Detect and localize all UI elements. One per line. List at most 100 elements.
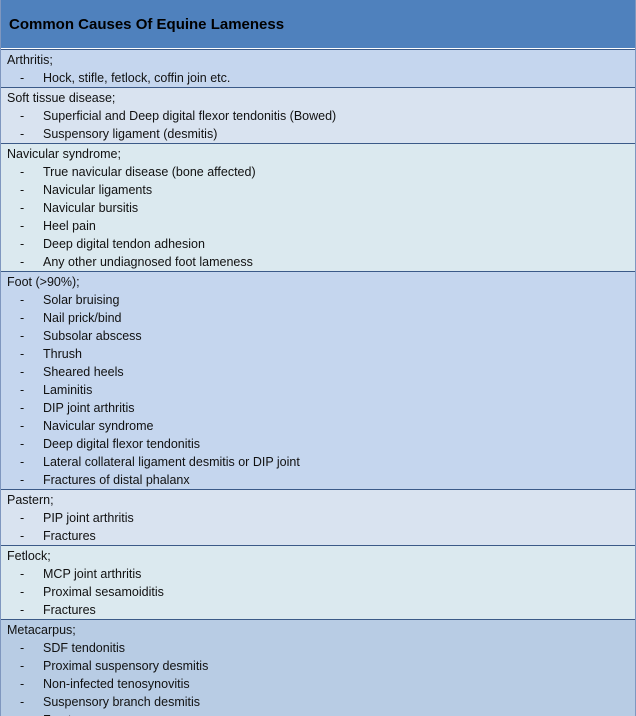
list-item-text: Navicular ligaments <box>43 183 153 197</box>
list-item: - Nail prick/bind <box>1 309 635 327</box>
list-item-text: Solar bruising <box>43 293 120 307</box>
list-item-text: Proximal sesamoiditis <box>43 585 164 599</box>
list-item: - Hock, stifle, fetlock, coffin join etc. <box>1 69 635 87</box>
list-item-text: Any other undiagnosed foot lameness <box>43 255 253 269</box>
list-item-text: Laminitis <box>43 383 93 397</box>
list-item: - Fractures <box>1 711 635 716</box>
list-bullet: - <box>20 473 25 487</box>
sections-container: Arthritis; - Hock, stifle, fetlock, coffin… <box>1 49 635 716</box>
list-bullet: - <box>20 71 25 85</box>
section-heading: Pastern; <box>7 493 54 507</box>
list-item: - MCP joint arthritis <box>1 565 635 583</box>
list-item: - True navicular disease (bone affected) <box>1 163 635 181</box>
list-item-text: Navicular bursitis <box>43 201 139 215</box>
list-bullet: - <box>20 329 25 343</box>
section: Metacarpus; - SDF tendonitis - Proximal susp… <box>1 619 635 716</box>
list-item-text: MCP joint arthritis <box>43 567 142 581</box>
table-header: Common Causes Of Equine Lameness <box>1 0 635 49</box>
list-bullet: - <box>20 641 25 655</box>
list-item-text: Navicular syndrome <box>43 419 154 433</box>
list-bullet: - <box>20 437 25 451</box>
list-item-text: Proximal suspensory desmitis <box>43 659 209 673</box>
list-bullet: - <box>20 711 24 716</box>
list-item-text: Thrush <box>43 347 82 361</box>
section: Foot (>90%); - Solar bruising - Nail prick/b… <box>1 271 635 489</box>
list-bullet: - <box>20 603 25 617</box>
list-item: - Sheared heels <box>1 363 635 381</box>
list-bullet: - <box>20 293 25 307</box>
list-bullet: - <box>20 401 25 415</box>
list-item-text: SDF tendonitis <box>43 641 125 655</box>
list-item: - Fractures of distal phalanx <box>1 471 635 489</box>
list-item: - Proximal sesamoiditis <box>1 583 635 601</box>
section-heading: Fetlock; <box>7 549 51 563</box>
list-item-text: Nail prick/bind <box>43 311 122 325</box>
list-item: - Suspensory branch desmitis <box>1 693 635 711</box>
list-item: - Thrush <box>1 345 635 363</box>
list-item-text: Hock, stifle, fetlock, coffin join etc. <box>43 71 231 85</box>
list-item-text: Deep digital flexor tendonitis <box>43 437 201 451</box>
section-heading: Metacarpus; <box>7 623 76 637</box>
list-bullet: - <box>20 237 25 251</box>
list-item: - Heel pain <box>1 217 635 235</box>
section-heading: Arthritis; <box>7 53 53 67</box>
list-item-text: Deep digital tendon adhesion <box>43 237 205 251</box>
list-item-text: Lateral collateral ligament desmitis or … <box>43 455 300 469</box>
list-item-text: Fractures <box>43 529 96 543</box>
list-item-text: Fractures <box>43 603 96 617</box>
list-bullet: - <box>20 365 25 379</box>
list-bullet: - <box>20 383 25 397</box>
list-item: - Proximal suspensory desmitis <box>1 657 635 675</box>
list-item: - Superficial and Deep digital flexor ten… <box>1 107 635 125</box>
list-item: - Fractures <box>1 527 635 545</box>
section: Arthritis; - Hock, stifle, fetlock, coffin… <box>1 49 635 87</box>
list-item: - DIP joint arthritis <box>1 399 635 417</box>
list-item: - Fractures <box>1 601 635 619</box>
list-bullet: - <box>20 419 25 433</box>
list-item: - Navicular ligaments <box>1 181 635 199</box>
list-item: - Any other undiagnosed foot lameness <box>1 253 635 271</box>
list-bullet: - <box>20 455 25 469</box>
list-item-text: Superficial and Deep digital flexor tend… <box>43 109 337 123</box>
section-heading: Foot (>90%); <box>7 275 80 289</box>
list-bullet: - <box>20 109 25 123</box>
list-item-text: Subsolar abscess <box>43 329 142 343</box>
list-bullet: - <box>20 659 25 673</box>
list-bullet: - <box>20 677 25 691</box>
list-bullet: - <box>20 585 25 599</box>
section: Navicular syndrome; - True navicular disea… <box>1 143 635 271</box>
list-item: - Deep digital flexor tendonitis <box>1 435 635 453</box>
list-item: - Navicular bursitis <box>1 199 635 217</box>
list-item-text: True navicular disease (bone affected) <box>43 165 256 179</box>
list-item-text: DIP joint arthritis <box>43 401 135 415</box>
section: Soft tissue disease; - Superficial and Dee… <box>1 87 635 143</box>
list-bullet: - <box>20 183 25 197</box>
list-item-text: Sheared heels <box>43 365 124 379</box>
list-item: - Subsolar abscess <box>1 327 635 345</box>
list-item-text: Suspensory ligament (desmitis) <box>43 127 218 141</box>
list-item: - Lateral collateral ligament desmitis or… <box>1 453 635 471</box>
list-item-text: Suspensory branch desmitis <box>43 695 201 709</box>
list-item: - PIP joint arthritis <box>1 509 635 527</box>
list-item: - Navicular syndrome <box>1 417 635 435</box>
list-item: - Laminitis <box>1 381 635 399</box>
section-heading: Soft tissue disease; <box>7 91 116 105</box>
list-bullet: - <box>20 567 25 581</box>
list-item-text: Heel pain <box>43 219 96 233</box>
list-bullet: - <box>20 219 25 233</box>
list-bullet: - <box>20 529 25 543</box>
table-title: Common Causes Of Equine Lameness <box>9 15 285 33</box>
list-item-text: Fractures <box>43 711 96 716</box>
section-heading: Navicular syndrome; <box>7 147 121 161</box>
list-item: - Suspensory ligament (desmitis) <box>1 125 635 143</box>
list-bullet: - <box>20 165 25 179</box>
list-item: - Solar bruising <box>1 291 635 309</box>
list-bullet: - <box>20 255 25 269</box>
list-item: - SDF tendonitis <box>1 639 635 657</box>
section: Pastern; - PIP joint arthritis - Fractures <box>1 489 635 545</box>
list-item: - Deep digital tendon adhesion <box>1 235 635 253</box>
list-bullet: - <box>20 127 25 141</box>
list-bullet: - <box>20 511 25 525</box>
list-bullet: - <box>20 695 25 709</box>
list-item: - Non-infected tenosynovitis <box>1 675 635 693</box>
